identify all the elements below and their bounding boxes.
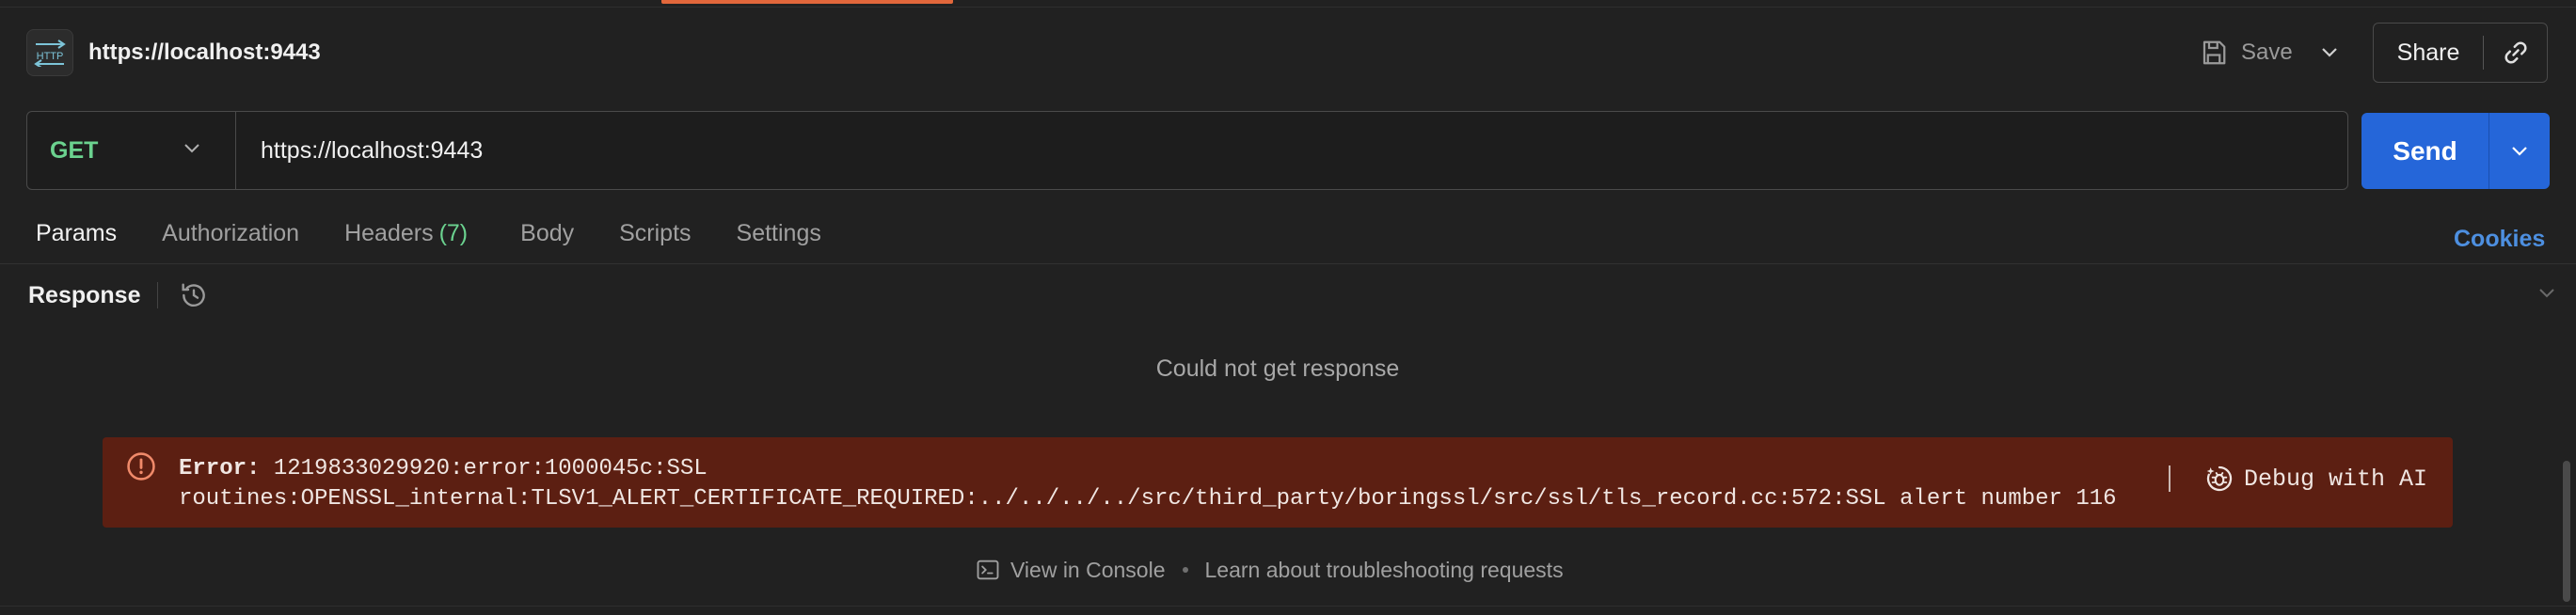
response-header: Response [28, 278, 209, 312]
request-title[interactable]: https://localhost:9443 [88, 39, 321, 66]
cookies-link[interactable]: Cookies [2454, 226, 2545, 253]
url-input[interactable] [261, 136, 2312, 165]
request-header: HTTP https://localhost:9443 [26, 28, 321, 77]
tab-params[interactable]: Params [36, 220, 117, 254]
error-prefix: Error: [179, 456, 261, 481]
tab-body[interactable]: Body [520, 220, 574, 254]
send-options-chevron-down-icon[interactable] [2489, 145, 2550, 158]
response-divider [157, 282, 159, 308]
method-select[interactable]: GET [27, 112, 236, 189]
tabs-divider [0, 263, 2576, 264]
tab-headers-label: Headers [344, 220, 434, 246]
headers-count: (7) [438, 220, 469, 246]
no-response-message: Could not get response [1155, 355, 1400, 382]
console-icon [977, 560, 999, 580]
tab-headers[interactable]: Headers (7) [344, 220, 468, 254]
active-tab-indicator [661, 0, 953, 4]
troubleshooting-link[interactable]: Learn about troubleshooting requests [1205, 558, 1564, 583]
request-tabs: Params Authorization Headers (7) Body Scr… [36, 220, 821, 254]
send-label: Send [2393, 135, 2457, 166]
response-label: Response [28, 281, 141, 308]
share-button[interactable]: Share [2373, 23, 2548, 83]
save-options-chevron-down-icon[interactable] [2316, 41, 2343, 64]
save-button[interactable]: Save [2200, 32, 2293, 73]
tab-scripts[interactable]: Scripts [619, 220, 691, 254]
save-icon [2202, 40, 2226, 65]
response-footer-links: View in Console Learn about troubleshoot… [975, 557, 1564, 583]
method-label: GET [50, 136, 99, 164]
share-label: Share [2396, 39, 2460, 66]
error-divider [2169, 465, 2171, 492]
vertical-scrollbar[interactable] [2563, 461, 2570, 602]
url-bar: GET [26, 111, 2348, 190]
debug-with-ai-button[interactable]: Debug with AI [2204, 464, 2427, 494]
save-label: Save [2241, 39, 2293, 65]
tab-authorization[interactable]: Authorization [162, 220, 299, 254]
history-icon[interactable] [179, 280, 209, 310]
tab-settings[interactable]: Settings [737, 220, 821, 254]
error-line-2: routines:OPENSSL_internal:TLSV1_ALERT_CE… [179, 486, 2117, 512]
debug-with-ai-label: Debug with AI [2244, 465, 2428, 493]
debug-ai-icon [2206, 465, 2233, 492]
error-line-1: 1219833029920:error:1000045c:SSL [273, 456, 708, 481]
top-border [0, 0, 2576, 8]
chevron-down-icon [184, 144, 199, 153]
collapse-chevron-down-icon[interactable] [2536, 286, 2557, 301]
bottom-divider [0, 606, 2576, 607]
error-message[interactable]: Error: 1219833029920:error:1000045c:SSL … [179, 454, 2117, 514]
http-icon: HTTP [26, 29, 73, 76]
error-banner: Error: 1219833029920:error:1000045c:SSL … [103, 437, 2453, 528]
separator-dot [1182, 567, 1188, 573]
view-in-console-link[interactable]: View in Console [1010, 558, 1166, 583]
error-icon [127, 452, 155, 481]
link-icon[interactable] [2484, 39, 2547, 67]
send-button[interactable]: Send [2361, 113, 2550, 189]
